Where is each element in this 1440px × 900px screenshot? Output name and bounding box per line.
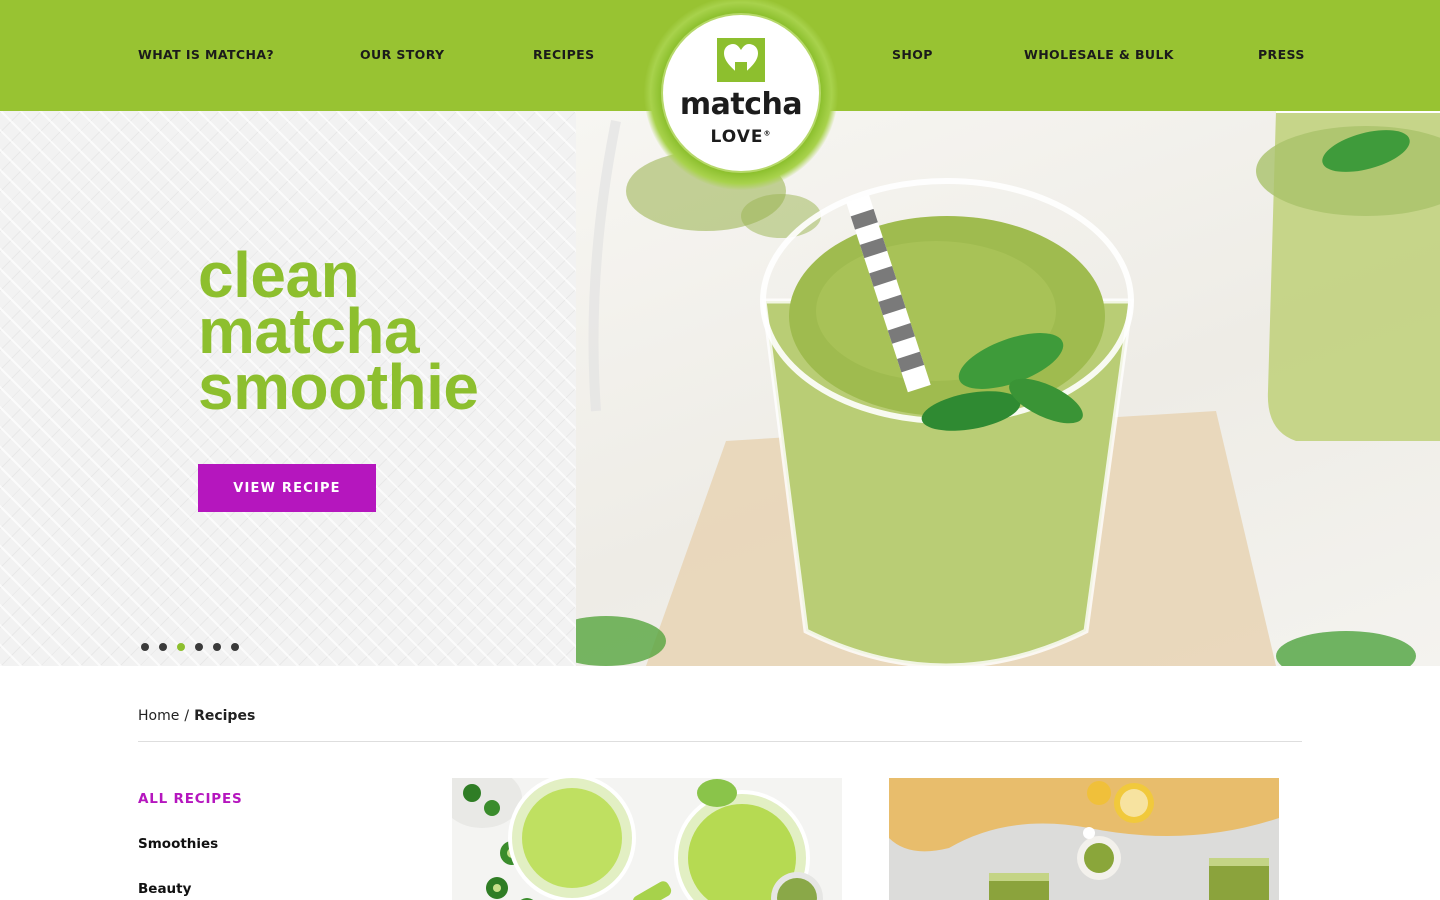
slider-dots <box>141 643 239 651</box>
nav-recipes[interactable]: RECIPES <box>533 47 595 62</box>
slider-dot[interactable] <box>141 643 149 651</box>
divider <box>138 741 1302 742</box>
recipe-card[interactable] <box>889 778 1279 900</box>
hero-title: clean matcha smoothie <box>198 243 479 423</box>
nav-wholesale-bulk[interactable]: WHOLESALE & BULK <box>1024 47 1174 62</box>
nav-press[interactable]: PRESS <box>1258 47 1305 62</box>
registered-mark: ® <box>763 129 772 138</box>
sidebar-item-all-recipes[interactable]: ALL RECIPES <box>138 791 243 807</box>
hero-title-line: smoothie <box>198 351 479 423</box>
breadcrumb-home[interactable]: Home <box>138 708 179 724</box>
nav-our-story[interactable]: OUR STORY <box>360 47 445 62</box>
nav-shop[interactable]: SHOP <box>892 47 933 62</box>
slider-dot[interactable] <box>159 643 167 651</box>
nav-what-is-matcha[interactable]: WHAT IS MATCHA? <box>138 47 274 62</box>
sidebar-item-smoothies[interactable]: Smoothies <box>138 836 218 852</box>
logo-wordmark: matcha <box>679 87 803 122</box>
slider-dot[interactable] <box>213 643 221 651</box>
smoothie-illustration <box>576 111 1440 666</box>
view-recipe-button[interactable]: VIEW RECIPE <box>198 464 376 512</box>
logo-badge: matcha LOVE® <box>663 15 819 171</box>
recipe-image-jalapeno-drinks <box>452 778 842 900</box>
hero-image <box>576 111 1440 666</box>
hero-text-panel: clean matcha smoothie VIEW RECIPE <box>0 111 576 666</box>
slider-dot[interactable] <box>231 643 239 651</box>
recipe-image-matcha-squares <box>889 778 1279 900</box>
recipe-card[interactable] <box>452 778 842 900</box>
sidebar-item-beauty[interactable]: Beauty <box>138 881 191 897</box>
slider-dot-active[interactable] <box>177 643 185 651</box>
breadcrumb-current: Recipes <box>194 708 256 724</box>
logo-subtitle: LOVE® <box>663 127 819 147</box>
hero-slider: clean matcha smoothie VIEW RECIPE <box>0 111 1440 666</box>
breadcrumb-separator: / <box>184 708 190 724</box>
logo-love-text: LOVE <box>710 127 764 147</box>
heart-box-icon <box>717 38 765 82</box>
matcha-love-logo[interactable]: matcha LOVE® <box>644 0 838 190</box>
slider-dot[interactable] <box>195 643 203 651</box>
breadcrumb: Home / Recipes <box>138 708 255 724</box>
